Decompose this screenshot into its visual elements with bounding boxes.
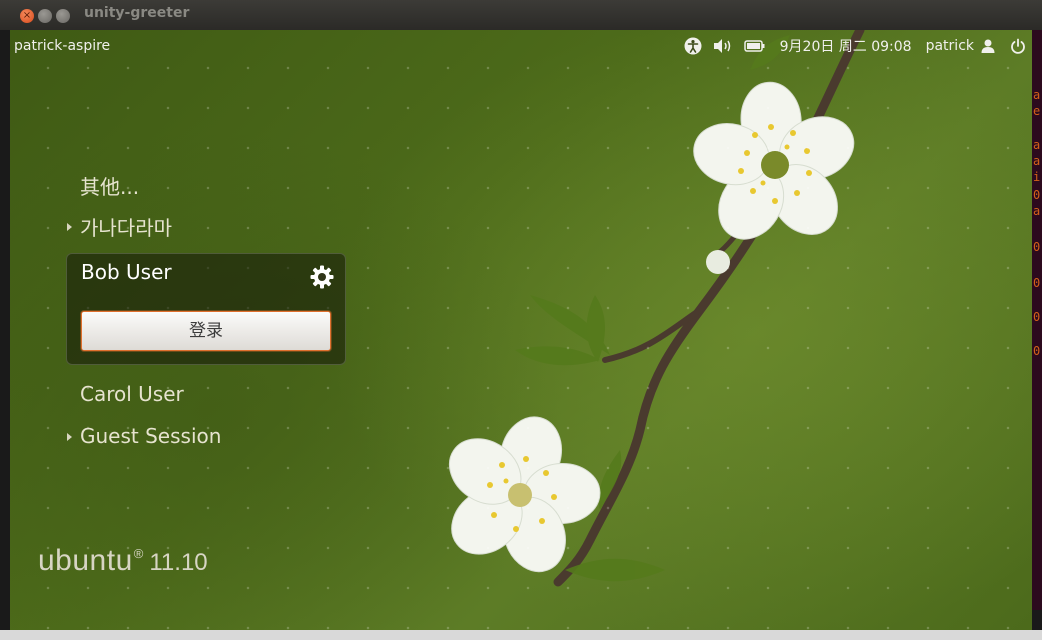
brand-word: ubuntu <box>38 544 133 577</box>
login-box: Bob User 登录 <box>66 253 346 365</box>
user-item-guest[interactable]: Guest Session <box>80 424 221 448</box>
top-panel: patrick-aspire 9月20日 周二 09:08 patrick <box>10 30 1032 62</box>
window-maximize-button[interactable] <box>56 9 70 23</box>
user-icon <box>981 39 995 53</box>
selected-user-name: Bob User <box>81 260 172 284</box>
battery-icon[interactable] <box>743 39 766 53</box>
window-title: unity-greeter <box>84 5 190 21</box>
window-close-button[interactable]: × <box>20 9 34 23</box>
indicator-area: 9月20日 周二 09:08 patrick <box>674 36 1026 56</box>
user-item-other[interactable]: 其他... <box>80 171 139 200</box>
power-icon[interactable] <box>1010 38 1026 54</box>
clock-label[interactable]: 9月20日 周二 09:08 <box>780 36 912 56</box>
user-item-carol[interactable]: Carol User <box>80 382 184 406</box>
login-button[interactable]: 登录 <box>81 311 331 351</box>
volume-icon[interactable] <box>712 37 734 55</box>
expand-arrow-icon <box>67 223 72 231</box>
window-minimize-button[interactable] <box>38 9 52 23</box>
brand-version: 11.10 <box>149 549 208 576</box>
ubuntu-logo: ubuntu® 11.10 <box>38 544 208 578</box>
greeter-screen: patrick-aspire 9月20日 周二 09:08 patrick 其他… <box>10 30 1032 630</box>
window-titlebar: × unity-greeter <box>0 0 1042 30</box>
user-item-korean[interactable]: 가나다라마 <box>80 212 172 241</box>
circle-of-friends-icon: ® <box>133 546 144 561</box>
panel-user-menu[interactable]: patrick <box>926 38 996 54</box>
accessibility-icon[interactable] <box>684 37 702 55</box>
gear-icon[interactable] <box>309 264 335 290</box>
hostname-label: patrick-aspire <box>14 38 111 54</box>
expand-arrow-icon <box>67 433 72 441</box>
panel-user-label: patrick <box>925 38 974 54</box>
window-bottom-edge <box>0 630 1042 640</box>
background-terminal-edge: ae aai 0a 00 00 <box>1032 30 1042 610</box>
